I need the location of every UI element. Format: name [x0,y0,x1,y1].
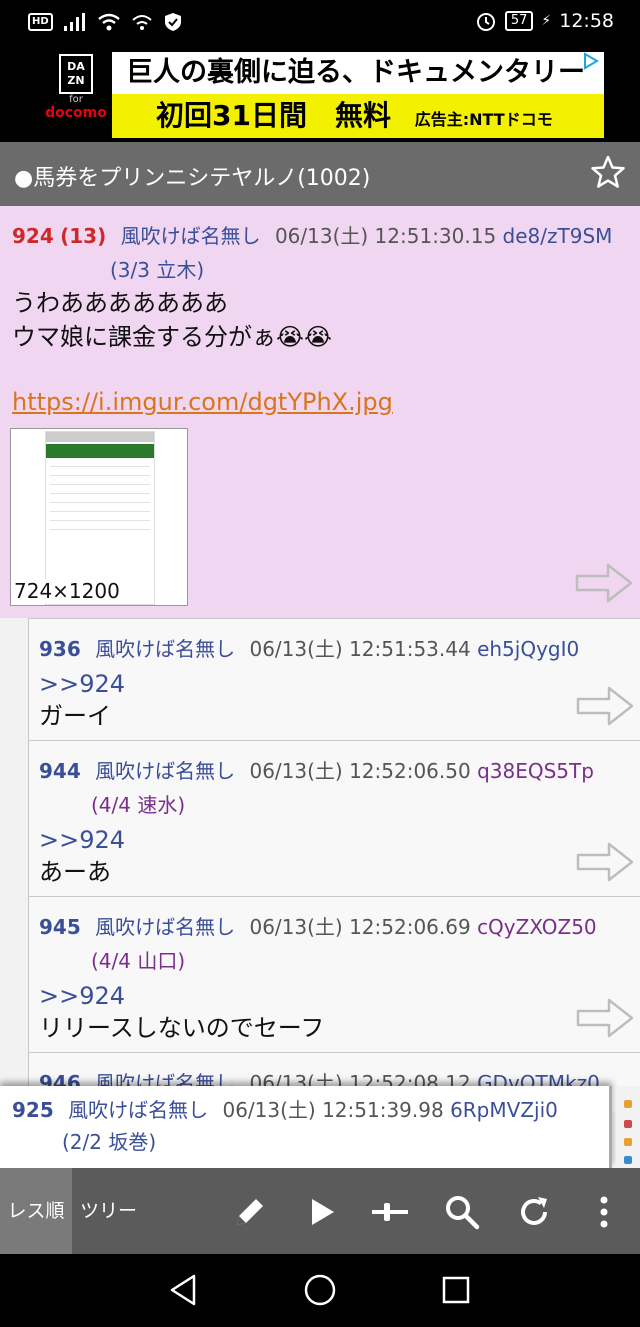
home-icon[interactable] [300,1270,340,1310]
system-nav-bar [0,1254,640,1327]
star-icon[interactable] [590,154,626,199]
post-name: 風吹けば名無し [68,1098,209,1122]
post-number[interactable]: 945 [39,915,81,939]
anchor-link[interactable]: >>924 [39,979,125,1013]
dazn-mark: DA ZN [59,54,93,94]
tab-sort-order[interactable]: レス順 [0,1168,72,1254]
back-icon[interactable] [164,1270,204,1310]
post-925[interactable]: 925 風吹けば名無し 06/13(土) 12:51:39.98 6RpMVZj… [0,1086,612,1168]
ad-sponsor: 広告主:NTTドコモ [414,110,553,129]
reply-count[interactable]: (13) [60,224,106,248]
reply-arrow-icon[interactable] [575,685,635,727]
slider-icon[interactable] [370,1192,410,1232]
post-id[interactable]: eh5jQygI0 [477,637,579,661]
post-name: 風吹けば名無し [95,637,236,661]
post-936[interactable]: 936 風吹けば名無し 06/13(土) 12:51:53.44 eh5jQyg… [28,618,640,740]
post-number[interactable]: 936 [39,637,81,661]
post-id[interactable]: 6RpMVZji0 [450,1098,558,1122]
status-right: 57 ⚡ 12:58 [475,10,614,32]
post-header: 945 風吹けば名無し 06/13(土) 12:52:06.69 cQyZXOZ… [39,911,597,940]
search-icon[interactable] [442,1192,482,1232]
reply-arrow-icon[interactable] [575,997,635,1039]
reply-arrow-icon[interactable] [574,562,634,604]
image-thumbnail[interactable]: 724×1200 [10,428,188,606]
post-number[interactable]: 924 [12,224,54,248]
post-date: 06/13(土) 12:51:30.15 [274,224,497,248]
signal-icon [63,13,85,31]
post-924[interactable]: 924 (13) 風吹けば名無し 06/13(土) 12:51:30.15 de… [0,206,640,618]
recents-icon[interactable] [436,1270,476,1310]
post-count-line: (4/4 山口) [91,949,186,973]
post-id[interactable]: de8/zT9SM [503,224,613,248]
post-944[interactable]: 944 風吹けば名無し 06/13(土) 12:52:06.50 q38EQS5… [28,740,640,896]
battery-icon: 57 [504,11,534,31]
alarm-icon [476,13,495,31]
post-count-line: (3/3 立木) [110,258,205,282]
post-count-line: (4/4 速水) [91,793,186,817]
tab-tree[interactable]: ツリー [80,1168,137,1254]
wifi-calling-icon [132,15,152,30]
post-date: 06/13(土) 12:51:53.44 [249,637,471,661]
play-icon[interactable] [302,1192,342,1232]
wifi-icon [97,13,120,31]
ad-headline: 巨人の裏側に迫る、ドキュメンタリー [112,52,604,94]
anchor-link[interactable]: >>924 [39,667,125,701]
anchor-link[interactable]: >>924 [39,823,125,857]
pencil-icon[interactable] [230,1192,270,1232]
hd-icon: HD [28,13,53,31]
reply-arrow-icon[interactable] [575,841,635,883]
post-body: あーあ [39,858,111,886]
post-id[interactable]: q38EQS5Tp [477,759,594,783]
post-count-line: (2/2 坂巻) [62,1130,157,1154]
post-date: 06/13(土) 12:52:06.69 [249,915,471,939]
post-header: 925 風吹けば名無し 06/13(土) 12:51:39.98 6RpMVZj… [12,1094,558,1123]
bottom-toolbar: レス順 ツリー [0,1168,640,1254]
refresh-icon[interactable] [514,1192,554,1232]
post-date: 06/13(土) 12:52:06.50 [249,759,471,783]
status-bar: HD 57 ⚡ 12:58 [0,0,640,46]
dazn-logo: DA ZN for docomo [40,52,112,138]
thread-title-bar: ●馬券をプリンニシテヤルノ(1002) [0,142,640,206]
post-header: 936 風吹けば名無し 06/13(土) 12:51:53.44 eh5jQyg… [39,633,579,662]
thread-title: ●馬券をプリンニシテヤルノ(1002) [14,166,371,191]
post-header: 924 (13) 風吹けば名無し 06/13(土) 12:51:30.15 de… [12,220,612,249]
post-number[interactable]: 925 [12,1098,54,1122]
ad-offer-text: 初回31日間 無料 [156,99,391,132]
docomo-logo: docomo [45,105,107,121]
post-name: 風吹けば名無し [120,224,261,248]
ad-banner[interactable]: DA ZN for docomo 巨人の裏側に迫る、ドキュメンタリー 初回31日間… [0,46,640,142]
post-body: リリースしないのでセーフ [39,1014,325,1042]
post-body: うわあああああああ ウマ娘に課金する分がぁ😭😭 [12,289,333,351]
post-date: 06/13(土) 12:51:39.98 [222,1098,444,1122]
post-header: 944 風吹けば名無し 06/13(土) 12:52:06.50 q38EQS5… [39,755,594,784]
scroll-marker-strip[interactable] [616,1086,640,1168]
post-name: 風吹けば名無し [95,915,236,939]
post-name: 風吹けば名無し [95,759,236,783]
image-link[interactable]: https://i.imgur.com/dgtYPhX.jpg [12,388,393,416]
post-list[interactable]: 924 (13) 風吹けば名無し 06/13(土) 12:51:30.15 de… [0,206,640,1168]
ad-choices-icon[interactable] [582,52,600,74]
post-945[interactable]: 945 風吹けば名無し 06/13(土) 12:52:06.69 cQyZXOZ… [28,896,640,1052]
ad-logo-for: for [69,94,83,105]
post-body: ガーイ [39,702,111,730]
status-left: HD [28,12,183,32]
post-number[interactable]: 944 [39,759,81,783]
charging-icon: ⚡ [541,13,552,29]
image-dimensions: 724×1200 [14,579,120,603]
ad-offer: 初回31日間 無料 広告主:NTTドコモ [112,94,604,138]
post-id[interactable]: cQyZXOZ50 [477,915,597,939]
more-icon[interactable] [584,1192,624,1232]
shield-icon [164,13,181,31]
clock: 12:58 [559,10,614,32]
